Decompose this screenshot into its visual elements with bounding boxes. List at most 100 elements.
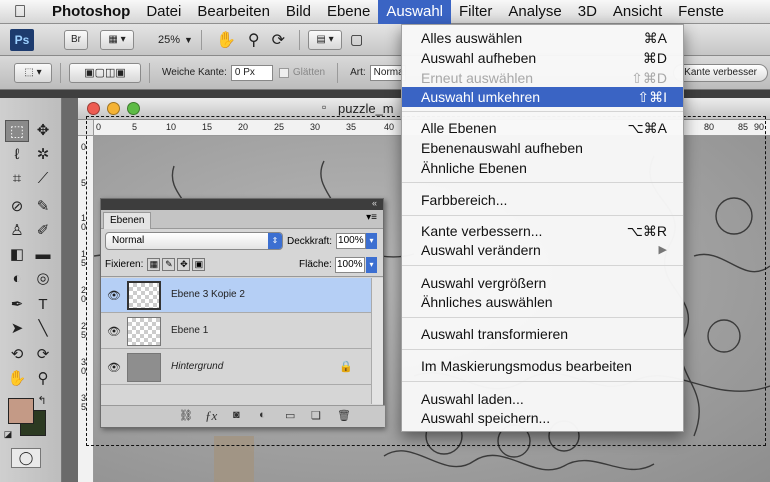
- lock-all-icon[interactable]: ▣: [192, 258, 206, 271]
- dodge-tool-icon[interactable]: ◎: [31, 268, 55, 290]
- zoom-tool-icon[interactable]: ⚲: [31, 368, 55, 390]
- panel-menu-icon[interactable]: ▾≡: [366, 212, 377, 223]
- type-tool-icon[interactable]: T: [31, 294, 55, 316]
- lock-icon: 🔒: [339, 361, 353, 373]
- foreground-color-swatch-top[interactable]: [8, 398, 34, 424]
- swap-colors-icon[interactable]: ↰: [34, 394, 50, 408]
- panel-header[interactable]: «: [101, 198, 383, 210]
- menu-item-ebenenauswahl-aufheben[interactable]: Ebenenauswahl aufheben: [402, 138, 683, 158]
- lock-position-icon[interactable]: ✥: [177, 258, 191, 271]
- apple-icon[interactable]: : [0, 2, 40, 22]
- magic-wand-icon[interactable]: ✲: [31, 144, 55, 166]
- link-layers-icon[interactable]: ⛓: [179, 409, 193, 422]
- path-select-icon[interactable]: ➤: [5, 318, 29, 340]
- blend-mode-select[interactable]: Normal ⇕: [105, 232, 283, 250]
- menu-item-auswahl-umkehren[interactable]: Auswahl umkehren ⇧⌘I: [402, 87, 683, 107]
- 3d-rotate-icon[interactable]: ⟲: [5, 344, 29, 366]
- rotate-view-icon[interactable]: ⟳: [272, 30, 285, 50]
- tab-ebenen[interactable]: Ebenen: [103, 212, 152, 229]
- screen-mode-icon[interactable]: ▢: [350, 31, 363, 48]
- menu-item-auswahl-speichern[interactable]: Auswahl speichern...: [402, 408, 683, 428]
- lock-transparency-icon[interactable]: ▦: [147, 258, 161, 271]
- menu-item-auswahl-laden[interactable]: Auswahl laden...: [402, 389, 683, 409]
- menu-ebene[interactable]: Ebene: [319, 0, 378, 24]
- adjustment-layer-icon[interactable]: ◐: [259, 409, 266, 421]
- eye-icon[interactable]: 👁: [107, 361, 121, 374]
- menu-item-alle-ebenen[interactable]: Alle Ebenen ⌥⌘A: [402, 118, 683, 138]
- menu-filter[interactable]: Filter: [451, 0, 500, 24]
- menu-item-farbbereich[interactable]: Farbbereich...: [402, 190, 683, 210]
- menu-ansicht[interactable]: Ansicht: [605, 0, 670, 24]
- menu-item-alles-auswaehlen[interactable]: Alles auswählen ⌘A: [402, 28, 683, 48]
- refine-edge-button[interactable]: Kante verbesser: [673, 63, 768, 82]
- stamp-tool-icon[interactable]: ♙: [5, 220, 29, 242]
- arrange-documents-button[interactable]: ▤ ▾: [308, 29, 342, 50]
- eyedropper-icon[interactable]: ⟋: [31, 168, 55, 190]
- trash-icon[interactable]: 🗑: [337, 409, 351, 422]
- crop-tool-icon[interactable]: ⌗: [5, 168, 29, 190]
- healing-brush-icon[interactable]: ⊘: [5, 196, 29, 218]
- 3d-orbit-icon[interactable]: ⟳: [31, 344, 55, 366]
- zoom-dropdown-icon[interactable]: ▼: [184, 35, 193, 45]
- menu-analyse[interactable]: Analyse: [500, 0, 569, 24]
- menu-auswahl[interactable]: Auswahl: [378, 0, 452, 24]
- brush-tool-icon[interactable]: ✎: [31, 196, 55, 218]
- layers-scrollbar[interactable]: [371, 278, 383, 404]
- menu-fenster[interactable]: Fenste: [670, 0, 732, 24]
- gradient-tool-icon[interactable]: ▬: [31, 244, 55, 266]
- menu-item-auswahl-transformieren[interactable]: Auswahl transformieren: [402, 324, 683, 344]
- add-mask-icon[interactable]: ◙: [233, 409, 240, 421]
- menu-item-auswahl-veraendern[interactable]: Auswahl verändern ▶: [402, 240, 683, 260]
- move-tool-icon[interactable]: ✥: [31, 120, 55, 142]
- menu-item-auswahl-vergroessern[interactable]: Auswahl vergrößern: [402, 273, 683, 293]
- new-layer-icon[interactable]: ❏: [311, 409, 321, 422]
- quick-mask-icon[interactable]: ◯: [11, 448, 41, 468]
- hand-tool-icon[interactable]: ✋: [216, 30, 236, 50]
- fill-input[interactable]: 100%: [335, 257, 365, 273]
- opacity-input[interactable]: 100%: [336, 233, 367, 249]
- eye-icon[interactable]: 👁: [107, 325, 121, 338]
- menu-item-maskierungsmodus[interactable]: Im Maskierungsmodus bearbeiten: [402, 356, 683, 376]
- menu-photoshop[interactable]: Photoshop: [40, 0, 138, 24]
- ruler-origin[interactable]: [78, 120, 94, 136]
- vertical-ruler[interactable]: 0 5 1 0 1 5 2 0 2 5 3 0 3 5: [78, 136, 94, 482]
- history-brush-icon[interactable]: ✐: [31, 220, 55, 242]
- zoom-tool-icon[interactable]: ⚲: [248, 30, 260, 50]
- menu-datei[interactable]: Datei: [138, 0, 189, 24]
- menu-item-kante-verbessern[interactable]: Kante verbessern... ⌥⌘R: [402, 221, 683, 241]
- marquee-tool-icon[interactable]: ⬚: [5, 120, 29, 142]
- fx-icon[interactable]: ƒx: [205, 408, 217, 424]
- layer-row[interactable]: 👁 Ebene 3 Kopie 2: [101, 278, 373, 313]
- close-window-icon[interactable]: [87, 102, 100, 115]
- collapse-panel-icon[interactable]: «: [372, 198, 377, 208]
- bridge-button[interactable]: Br: [64, 29, 88, 50]
- default-colors-icon[interactable]: ◪: [2, 428, 14, 440]
- blur-tool-icon[interactable]: ◐: [5, 268, 29, 290]
- fill-dropdown-icon[interactable]: ▾: [366, 257, 377, 273]
- smooth-checkbox[interactable]: [278, 67, 289, 78]
- eye-icon[interactable]: 👁: [107, 289, 121, 302]
- lasso-tool-icon[interactable]: ℓ: [5, 144, 29, 166]
- tool-preset-picker[interactable]: ⬚ ▾: [14, 62, 52, 83]
- minimize-window-icon[interactable]: [107, 102, 120, 115]
- layer-row[interactable]: 👁 Hintergrund 🔒: [101, 350, 373, 385]
- menu-bild[interactable]: Bild: [278, 0, 319, 24]
- menu-3d[interactable]: 3D: [570, 0, 605, 24]
- view-extras-button[interactable]: ▦ ▾: [100, 29, 134, 50]
- zoom-window-icon[interactable]: [127, 102, 140, 115]
- new-group-icon[interactable]: ▭: [285, 409, 295, 422]
- menu-item-aehnliches-auswaehlen[interactable]: Ähnliches auswählen: [402, 292, 683, 312]
- line-tool-icon[interactable]: ╲: [31, 318, 55, 340]
- eraser-tool-icon[interactable]: ◧: [5, 244, 29, 266]
- pen-tool-icon[interactable]: ✒: [5, 294, 29, 316]
- opacity-dropdown-icon[interactable]: ▾: [366, 233, 378, 249]
- layer-row[interactable]: 👁 Ebene 1: [101, 314, 373, 349]
- zoom-level[interactable]: 25%: [158, 34, 180, 46]
- hand-tool-icon[interactable]: ✋: [5, 368, 29, 390]
- menu-item-auswahl-aufheben[interactable]: Auswahl aufheben ⌘D: [402, 48, 683, 68]
- menu-item-aehnliche-ebenen[interactable]: Ähnliche Ebenen: [402, 158, 683, 178]
- selection-mode-buttons[interactable]: ▣▢◫▣: [69, 62, 141, 83]
- lock-pixels-icon[interactable]: ✎: [162, 258, 176, 271]
- feather-input[interactable]: 0 Px: [230, 64, 273, 81]
- menu-bearbeiten[interactable]: Bearbeiten: [189, 0, 278, 24]
